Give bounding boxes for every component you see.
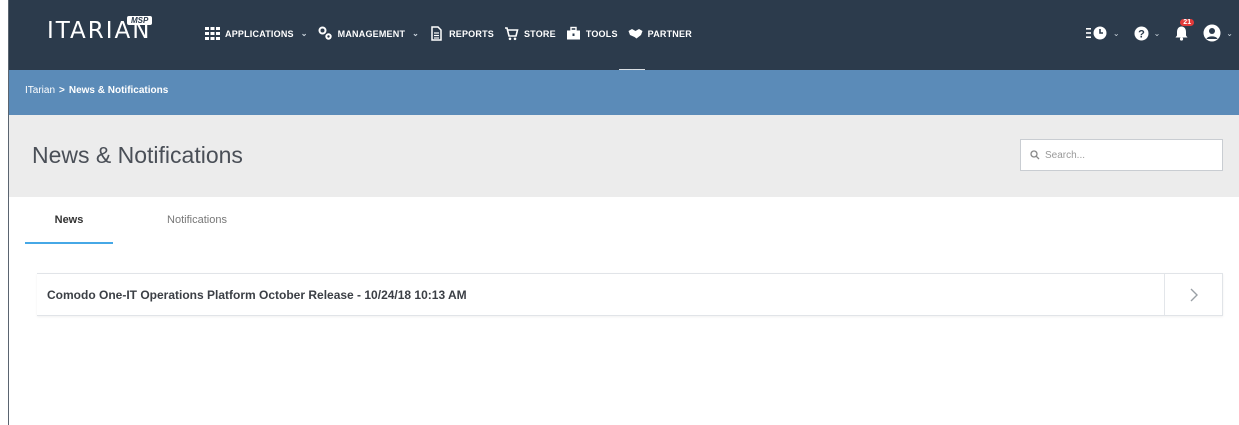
list-clock-icon: [1085, 26, 1107, 40]
page: ITARIAN MSP APPLICATIONS ⌄ MANAGEMENT ⌄ …: [0, 0, 1239, 425]
nav-tools-label: TOOLS: [585, 28, 618, 39]
news-list-item[interactable]: Comodo One-IT Operations Platform Octobe…: [37, 273, 1223, 316]
page-header: News & Notifications Search...: [9, 115, 1239, 197]
active-tab-indicator: [25, 242, 113, 244]
page-title: News & Notifications: [32, 142, 243, 168]
header-actions: ⌄ ? ⌄ 21 ⌄: [1085, 19, 1233, 42]
nav-management[interactable]: MANAGEMENT ⌄: [318, 26, 419, 41]
chevron-down-icon: ⌄: [1112, 28, 1120, 38]
nav-applications-label: APPLICATIONS: [225, 28, 294, 39]
document-icon: [431, 26, 442, 41]
news-item-open-button[interactable]: [1164, 274, 1222, 315]
search-icon: [1030, 150, 1040, 160]
top-navigation-bar: ITARIAN MSP APPLICATIONS ⌄ MANAGEMENT ⌄ …: [9, 0, 1239, 70]
nav-partner[interactable]: PARTNER: [628, 26, 692, 41]
nav-tools[interactable]: TOOLS: [566, 26, 618, 41]
nav-reports[interactable]: REPORTS: [429, 26, 494, 41]
chevron-down-icon: ⌄: [412, 29, 420, 38]
nav-store-label: STORE: [523, 28, 556, 39]
cart-icon: [504, 27, 519, 41]
gears-icon: [318, 26, 332, 40]
nav-partner-label: PARTNER: [647, 28, 692, 39]
notification-count-badge: 21: [1180, 19, 1195, 26]
user-avatar-icon: [1203, 24, 1221, 42]
chevron-right-icon: [1190, 288, 1198, 301]
nav-applications[interactable]: APPLICATIONS ⌄: [205, 26, 308, 41]
itarian-logo[interactable]: ITARIAN MSP: [47, 16, 153, 44]
tab-news[interactable]: News: [25, 214, 113, 226]
grid-icon: [205, 27, 220, 40]
breadcrumb-separator: >: [59, 85, 65, 96]
msp-badge: MSP: [127, 16, 153, 25]
search-input[interactable]: Search...: [1020, 139, 1223, 171]
breadcrumb: ITarian > News & Notifications: [25, 85, 168, 96]
news-item-title: Comodo One-IT Operations Platform Octobe…: [47, 288, 467, 302]
chevron-down-icon: ⌄: [1153, 28, 1161, 38]
breadcrumb-bar: ITarian > News & Notifications: [9, 70, 1239, 115]
recent-activity-menu[interactable]: ⌄: [1085, 25, 1120, 41]
handshake-icon: [628, 29, 643, 39]
toolbox-icon: [566, 26, 580, 40]
help-icon: ?: [1134, 26, 1149, 40]
tab-bar: News Notifications: [9, 197, 1239, 247]
chevron-down-icon: ⌄: [1226, 28, 1233, 38]
chevron-down-icon: ⌄: [300, 29, 308, 38]
main-nav: APPLICATIONS ⌄ MANAGEMENT ⌄ REPORTS STOR…: [205, 26, 692, 41]
tab-notifications[interactable]: Notifications: [147, 214, 247, 226]
breadcrumb-current: News & Notifications: [68, 85, 169, 96]
nav-store[interactable]: STORE: [504, 26, 556, 41]
notifications-bell[interactable]: 21: [1174, 19, 1195, 41]
bell-icon: [1175, 26, 1188, 41]
breadcrumb-root-link[interactable]: ITarian: [25, 85, 55, 96]
help-menu[interactable]: ? ⌄: [1134, 26, 1161, 41]
nav-management-label: MANAGEMENT: [337, 28, 406, 39]
user-menu[interactable]: ⌄: [1203, 24, 1233, 42]
search-placeholder: Search...: [1045, 149, 1086, 161]
nav-reports-label: REPORTS: [449, 28, 494, 39]
svg-text:?: ?: [1138, 28, 1145, 40]
